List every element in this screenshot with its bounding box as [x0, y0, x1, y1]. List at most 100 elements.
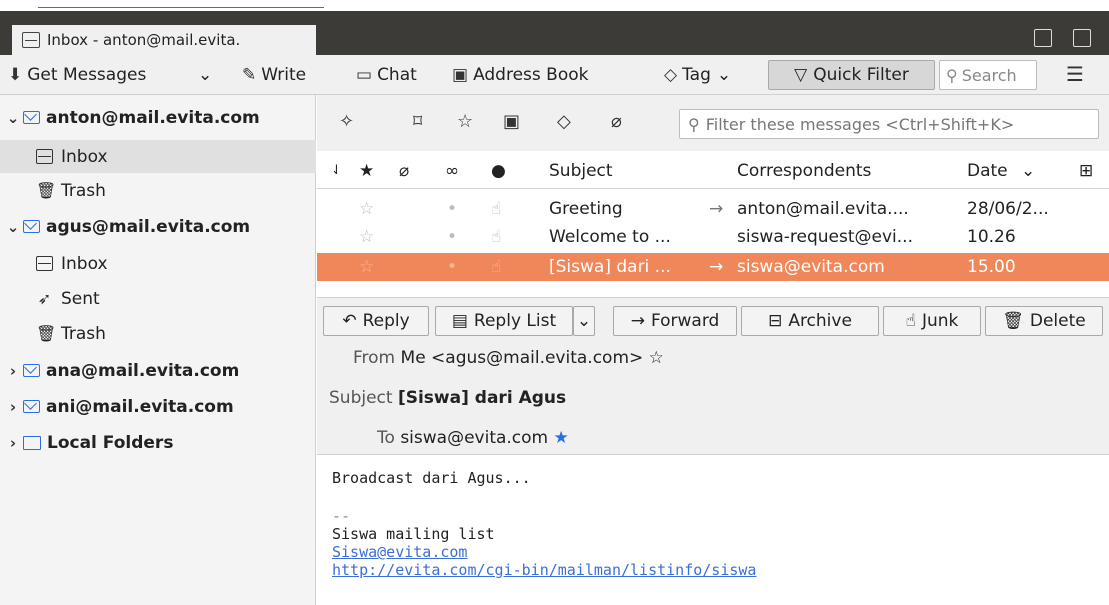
- table-row-selected[interactable]: ☆ • ☝ [Siswa] dari ... → siswa@evita.com…: [317, 253, 1109, 281]
- sidebar-item-sent[interactable]: ➶ Sent: [0, 282, 316, 315]
- sidebar-item-local-folders[interactable]: › Local Folders: [0, 426, 316, 459]
- search-icon: ⚲: [688, 114, 700, 134]
- column-picker-icon[interactable]: ⊞: [1079, 161, 1093, 181]
- unread-filter-icon[interactable]: ⌑: [413, 111, 422, 132]
- trash-icon: 🗑: [36, 181, 57, 200]
- row-subject: [Siswa] dari ...: [549, 257, 671, 277]
- address-book-button[interactable]: ▣ Address Book: [452, 61, 588, 89]
- reply-list-label: Reply List: [473, 311, 557, 331]
- sidebar-item-trash[interactable]: 🗑 Trash: [0, 317, 316, 350]
- message-body: Broadcast dari Agus... -- Siswa mailing …: [317, 455, 1109, 605]
- sidebar-item-label: Inbox: [61, 253, 108, 274]
- tag-icon: ◇: [664, 65, 678, 85]
- get-messages-button[interactable]: ⬇ Get Messages: [8, 61, 146, 89]
- sidebar-item-account-anton[interactable]: ⌄ anton@mail.evita.com: [0, 101, 316, 134]
- row-correspondent: anton@mail.evita....: [737, 199, 909, 219]
- junk-icon[interactable]: ☝: [491, 199, 501, 219]
- star-icon[interactable]: ☆: [359, 199, 374, 219]
- from-row: From Me <agus@mail.evita.com> ☆: [353, 348, 664, 368]
- list-email-link[interactable]: Siswa@evita.com: [332, 543, 1109, 561]
- mail-icon: [23, 220, 40, 233]
- starred-contact-icon[interactable]: ★: [554, 428, 569, 448]
- table-row[interactable]: ☆ • ☝ Welcome to ... siswa-request@evi..…: [317, 223, 1109, 251]
- sidebar-item-account-ani[interactable]: › ani@mail.evita.com: [0, 390, 316, 423]
- thread-column-icon[interactable]: ⇃: [331, 163, 342, 178]
- tab-inbox[interactable]: Inbox - anton@mail.evita.: [12, 25, 316, 55]
- star-icon[interactable]: ☆: [359, 257, 374, 277]
- chevron-right-icon: ›: [9, 433, 17, 452]
- junk-icon[interactable]: ☝: [491, 227, 501, 247]
- sidebar-item-label: Trash: [61, 323, 106, 344]
- delete-button[interactable]: 🗑 Delete: [985, 306, 1103, 336]
- junk-column-icon[interactable]: ●: [491, 161, 506, 181]
- get-messages-label: Get Messages: [27, 65, 147, 85]
- get-messages-dropdown[interactable]: ⌄: [198, 61, 212, 89]
- reply-list-dropdown[interactable]: ⌄: [573, 306, 595, 336]
- calendar-icon[interactable]: [1034, 29, 1052, 47]
- sidebar-item-inbox[interactable]: Inbox: [0, 247, 316, 280]
- quick-filter-button[interactable]: ▽ Quick Filter: [768, 60, 935, 90]
- subject-value: [Siswa] dari Agus: [397, 388, 567, 408]
- reply-list-button[interactable]: ▤ Reply List: [435, 306, 573, 336]
- read-dot-icon[interactable]: •: [447, 257, 457, 277]
- folder-pane: ⌄ anton@mail.evita.com Inbox 🗑 Trash ⌄ a…: [0, 95, 316, 605]
- tag-icon[interactable]: ◇: [557, 111, 571, 132]
- row-subject: Welcome to ...: [549, 227, 671, 247]
- junk-label: Junk: [921, 311, 959, 331]
- tasks-icon[interactable]: [1073, 29, 1091, 47]
- to-value[interactable]: siswa@evita.com: [400, 428, 548, 448]
- table-row[interactable]: ☆ • ☝ Greeting → anton@mail.evita.... 28…: [317, 195, 1109, 223]
- address-book-icon: ▣: [452, 65, 469, 85]
- sidebar-item-label: ani@mail.evita.com: [46, 396, 234, 417]
- download-icon: ⬇: [8, 65, 23, 85]
- chevron-down-icon: ⌄: [576, 311, 592, 331]
- archive-icon: ⊟: [768, 311, 783, 331]
- body-line: Broadcast dari Agus...: [332, 469, 531, 487]
- sidebar-item-label: Local Folders: [47, 432, 174, 453]
- sidebar-item-trash[interactable]: 🗑 Trash: [0, 174, 316, 207]
- top-link[interactable]: [38, 0, 324, 8]
- star-icon[interactable]: ☆: [359, 227, 374, 247]
- forward-button[interactable]: → Forward: [613, 306, 737, 336]
- list-info-link[interactable]: http://evita.com/cgi-bin/mailman/listinf…: [332, 561, 1109, 579]
- outgoing-arrow-icon: →: [709, 199, 724, 219]
- sidebar-item-account-ana[interactable]: › ana@mail.evita.com: [0, 354, 316, 387]
- address-book-label: Address Book: [473, 65, 589, 85]
- search-input[interactable]: ⚲ Search: [939, 60, 1037, 90]
- chevron-down-icon: ⌄: [6, 217, 20, 236]
- star-icon[interactable]: ☆: [457, 111, 473, 132]
- read-dot-icon[interactable]: •: [447, 199, 457, 219]
- correspondents-column-header[interactable]: Correspondents: [737, 161, 871, 181]
- sidebar-item-label: anton@mail.evita.com: [46, 107, 260, 128]
- row-subject: Greeting: [549, 199, 623, 219]
- write-button[interactable]: ✎ Write: [242, 61, 306, 89]
- sidebar-item-inbox[interactable]: Inbox: [0, 140, 316, 173]
- star-icon[interactable]: ☆: [649, 348, 664, 368]
- from-value[interactable]: Me <agus@mail.evita.com>: [401, 348, 644, 368]
- delete-label: Delete: [1029, 311, 1086, 331]
- attachment-icon[interactable]: ⌀: [611, 111, 622, 132]
- chat-button[interactable]: ▭ Chat: [356, 61, 417, 89]
- date-column-header[interactable]: Date ⌄: [967, 161, 1035, 181]
- read-dot-icon[interactable]: •: [447, 227, 457, 247]
- junk-button[interactable]: ☝ Junk: [883, 306, 981, 336]
- sidebar-item-account-agus[interactable]: ⌄ agus@mail.evita.com: [0, 210, 316, 243]
- forward-label: Forward: [650, 311, 720, 331]
- message-header: ↶ Reply ▤ Reply List ⌄ → Forward ⊟ Archi…: [317, 297, 1109, 455]
- from-label: From: [353, 348, 396, 368]
- contact-icon[interactable]: ▣: [503, 111, 520, 132]
- attachment-column-icon[interactable]: ⌀: [399, 161, 409, 181]
- read-column-icon[interactable]: ∞: [445, 161, 459, 181]
- junk-icon[interactable]: ☝: [491, 257, 501, 277]
- reply-button[interactable]: ↶ Reply: [323, 306, 429, 336]
- mail-icon: [23, 111, 40, 124]
- hamburger-menu-icon[interactable]: ☰: [1066, 62, 1084, 86]
- star-column-icon[interactable]: ★: [359, 161, 374, 181]
- trash-icon: 🗑: [1002, 311, 1024, 331]
- archive-button[interactable]: ⊟ Archive: [741, 306, 879, 336]
- pin-icon[interactable]: ✧: [339, 111, 354, 132]
- subject-column-header[interactable]: Subject: [549, 161, 613, 181]
- filter-messages-input[interactable]: ⚲ Filter these messages <Ctrl+Shift+K>: [679, 109, 1099, 139]
- tag-button[interactable]: ◇ Tag ⌄: [664, 61, 731, 89]
